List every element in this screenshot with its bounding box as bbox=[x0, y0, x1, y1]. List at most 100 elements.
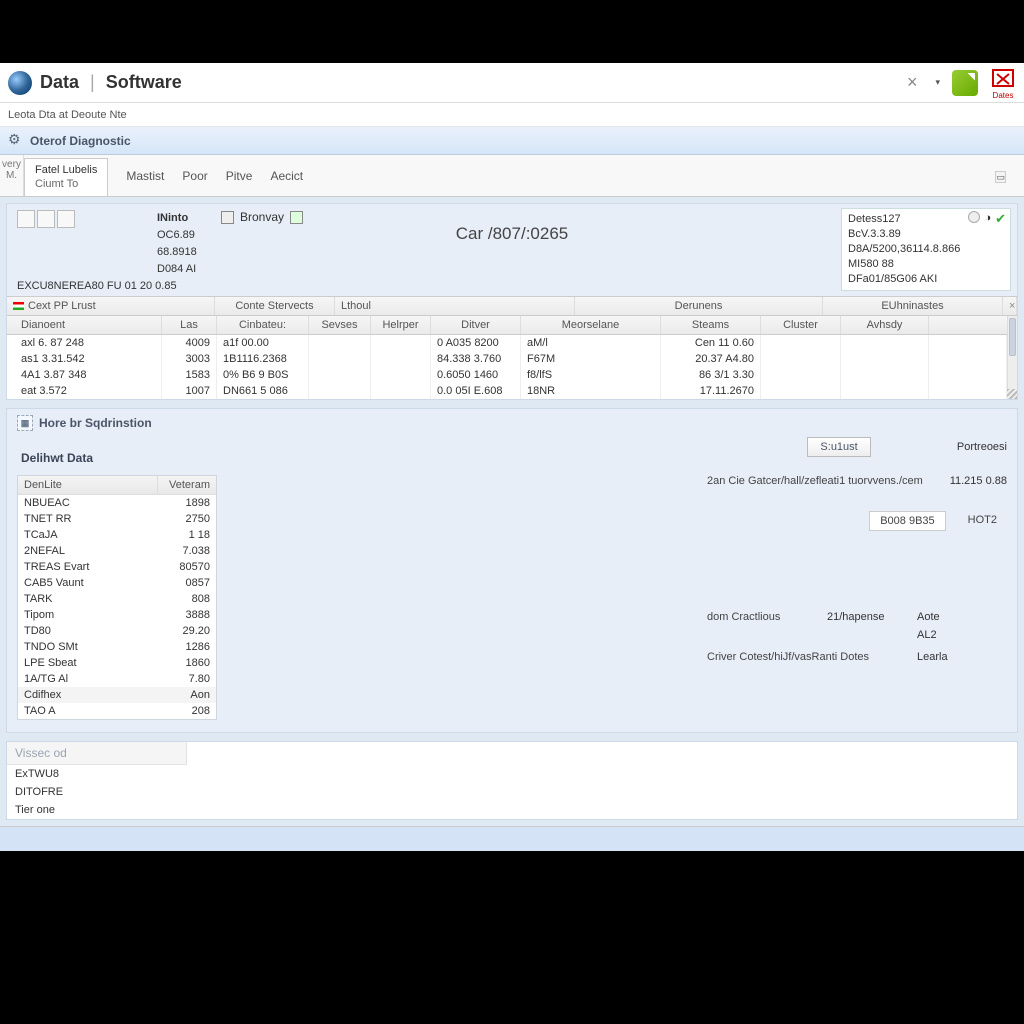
footer-row-2[interactable]: DITOFRE bbox=[7, 783, 1017, 801]
breadcrumb: Leota Dta at Deoute Nte bbox=[0, 103, 1024, 127]
sub-panel-header: ▦ Hore br Sqdrinstion bbox=[7, 409, 1017, 437]
info-right-box: ◑ ✔ Detess127 BcV.3.3.89 D8A/5200,36114.… bbox=[841, 208, 1011, 291]
r3-key: Criver Cotest/hiJf/vasRanti Dotes bbox=[707, 651, 917, 663]
kv-group-row: Cdifhex Aon bbox=[18, 687, 216, 703]
col-steams[interactable]: Steams bbox=[661, 316, 761, 334]
menu-strip: Mastist Poor Pitve Aecict ▭ bbox=[108, 155, 1024, 196]
check-icon: ✔ bbox=[995, 211, 1006, 226]
titlebar: Data | Software × ▾ Dates bbox=[0, 63, 1024, 103]
info-bottom-code: EXCU8NEREA80 FU 01 20 0.85 bbox=[17, 280, 177, 292]
info-left-v3: D084 AI bbox=[157, 261, 197, 278]
r1-val1: 21/hapense bbox=[827, 611, 917, 623]
section-header: Oterof Diagnostic bbox=[0, 127, 1024, 155]
sect-tab-4[interactable]: Derunens bbox=[575, 297, 823, 315]
col-meorselane[interactable]: Meorselane bbox=[521, 316, 661, 334]
status-extra-icon[interactable]: ◑ bbox=[984, 211, 991, 226]
chip-hot: HOT2 bbox=[958, 511, 1007, 531]
menu-item-1[interactable]: Mastist bbox=[126, 169, 164, 183]
flag-icon bbox=[13, 302, 24, 310]
close-icon[interactable]: × bbox=[901, 70, 924, 95]
kv-tail-key: TAO A bbox=[18, 703, 158, 719]
right-line1-val: 11.215 0.88 bbox=[950, 475, 1007, 487]
col-cluster[interactable]: Cluster bbox=[761, 316, 841, 334]
side-stub[interactable]: very M. bbox=[0, 155, 24, 196]
app-title-a: Data bbox=[40, 72, 79, 92]
vertical-scrollbar[interactable] bbox=[1007, 316, 1017, 399]
chip-code[interactable]: B008 9B35 bbox=[869, 511, 945, 531]
menu-item-3[interactable]: Pitve bbox=[226, 169, 253, 183]
col-sevses[interactable]: Sevses bbox=[309, 316, 371, 334]
col-helrper[interactable]: Helrper bbox=[371, 316, 431, 334]
footer-row-3[interactable]: Tier one bbox=[7, 801, 1017, 819]
col-ditver[interactable]: Ditver bbox=[431, 316, 521, 334]
ir-l3: D8A/5200,36114.8.866 bbox=[848, 242, 1004, 257]
browse-icon[interactable] bbox=[221, 211, 234, 224]
kv-row: Tipom3888 bbox=[18, 607, 216, 623]
kv-group-val: Aon bbox=[158, 687, 216, 703]
menu-item-4[interactable]: Aecict bbox=[270, 169, 303, 183]
sect-tab-5[interactable]: EUhninastes bbox=[823, 297, 1003, 315]
tabs-row: very M. Fatel Lubelis Ciumt To Mastist P… bbox=[0, 155, 1024, 197]
resize-grip-icon[interactable] bbox=[1007, 389, 1017, 399]
kv-row: TNET RR2750 bbox=[18, 511, 216, 527]
main-panel: INinto OC6.89 68.8918 D084 AI Bronvay Ca… bbox=[6, 203, 1018, 400]
r1-val2: Aote bbox=[917, 611, 940, 623]
tab-active[interactable]: Fatel Lubelis Ciumt To bbox=[24, 158, 108, 196]
browse-label[interactable]: Bronvay bbox=[240, 210, 284, 224]
kv-head-key[interactable]: DenLite bbox=[18, 476, 158, 494]
footer-row-1[interactable]: ExTWU8 bbox=[7, 765, 1017, 783]
app-title-b: Software bbox=[106, 72, 182, 92]
kv-row: NBUEAC1898 bbox=[18, 495, 216, 511]
scrollbar-thumb[interactable] bbox=[1009, 318, 1016, 356]
kv-row: 2NEFAL7.038 bbox=[18, 543, 216, 559]
col-avhsdy[interactable]: Avhsdy bbox=[841, 316, 929, 334]
portreoesi-label: Portreoesi bbox=[957, 441, 1007, 453]
status-button[interactable]: S:u1ust bbox=[807, 437, 870, 457]
sect-tab-3[interactable]: Lthoul bbox=[335, 297, 575, 315]
kv-row: TCaJA1 18 bbox=[18, 527, 216, 543]
col-dianoent[interactable]: Dianoent bbox=[7, 316, 162, 334]
kv-row: LPE Sbeat1860 bbox=[18, 655, 216, 671]
sect-tab-close-icon[interactable]: × bbox=[1003, 297, 1017, 315]
gear-icon bbox=[8, 133, 24, 149]
subpanel-title: Hore br Sqdrinstion bbox=[39, 416, 152, 430]
document-icon[interactable] bbox=[952, 70, 978, 96]
kv-head-val[interactable]: Veteram bbox=[158, 476, 216, 494]
col-las[interactable]: Las bbox=[162, 316, 217, 334]
refresh-icon[interactable] bbox=[290, 211, 303, 224]
info-left: INinto OC6.89 68.8918 D084 AI bbox=[157, 210, 197, 278]
data-grid: Dianoent Las Cinbateu: Sevses Helrper Di… bbox=[7, 316, 1017, 399]
ir-l2: BcV.3.3.89 bbox=[848, 227, 1004, 242]
table-row[interactable]: as1 3.31.54230031B1116.236884.338 3.760F… bbox=[7, 351, 1017, 367]
table-row[interactable]: 4A1 3.87 34815830% B6 9 B0S0.6050 1460f8… bbox=[7, 367, 1017, 383]
table-row[interactable]: eat 3.5721007DN661 5 0860.0 05I E.60818N… bbox=[7, 383, 1017, 399]
status-dot-icon[interactable] bbox=[968, 211, 980, 223]
footer-panel: Vissec od ExTWU8 DITOFRE Tier one bbox=[6, 741, 1018, 820]
r1-key: dom Cractlious bbox=[707, 611, 827, 623]
app-title: Data | Software bbox=[40, 72, 182, 93]
kv-row: TARK808 bbox=[18, 591, 216, 607]
sect-tab-2[interactable]: Conte Stervects bbox=[215, 297, 335, 315]
app-logo-icon bbox=[8, 71, 32, 95]
right-line1-key: 2an Cie Gatcer/hall/zefleati1 tuorvvens.… bbox=[707, 475, 950, 487]
dates-badge[interactable]: Dates bbox=[990, 68, 1016, 98]
content-area: INinto OC6.89 68.8918 D084 AI Bronvay Ca… bbox=[0, 197, 1024, 827]
browse-control: Bronvay bbox=[221, 210, 303, 224]
title-separator: | bbox=[90, 72, 95, 92]
info-left-v2: 68.8918 bbox=[157, 244, 197, 261]
panel-toggle-button[interactable]: ▭ bbox=[995, 171, 1006, 183]
kv-tail-val: 208 bbox=[158, 703, 216, 719]
kv-row: TREAS Evart80570 bbox=[18, 559, 216, 575]
col-cinbateu[interactable]: Cinbateu: bbox=[217, 316, 309, 334]
footer-head: Vissec od bbox=[7, 742, 187, 765]
side-stub-l1: very bbox=[0, 159, 23, 170]
detail-area: Delihwt Data DenLite Veteram NBUEAC1898T… bbox=[7, 437, 1017, 726]
kv-row: 1A/TG Al7.80 bbox=[18, 671, 216, 687]
table-row[interactable]: axl 6. 87 2484009a1f 00.000 A035 8200aM/… bbox=[7, 335, 1017, 351]
side-stub-l2: M. bbox=[0, 170, 23, 181]
sect-tab-1[interactable]: Cext PP Lrust bbox=[7, 297, 215, 315]
dropdown-icon[interactable]: ▾ bbox=[935, 77, 940, 88]
r3-val: Learla bbox=[917, 651, 948, 663]
r2-val: AL2 bbox=[917, 629, 937, 641]
menu-item-2[interactable]: Poor bbox=[182, 169, 207, 183]
